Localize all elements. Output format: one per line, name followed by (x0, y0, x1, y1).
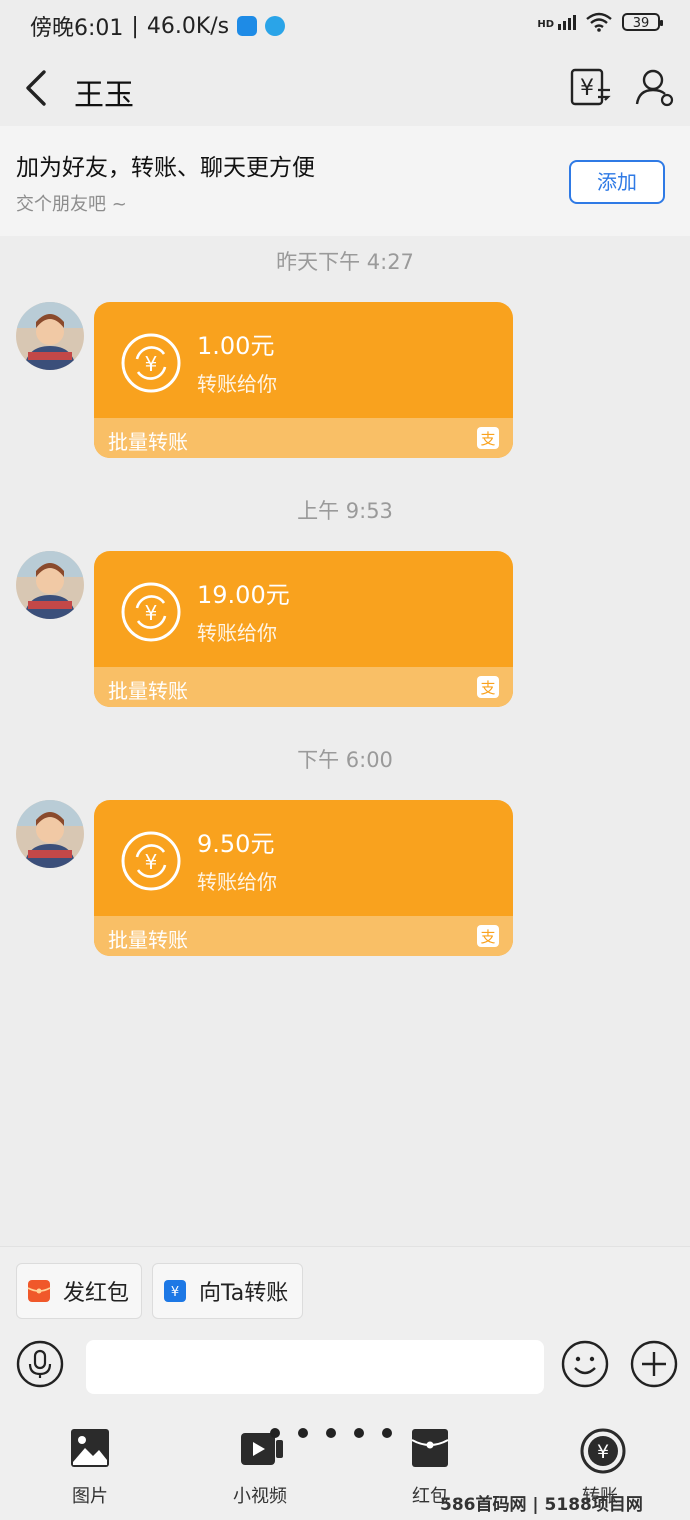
page-dot (270, 1428, 280, 1438)
transfer-tool-icon: ¥ (580, 1428, 626, 1474)
card-top: ¥ 1.00元 转账给你 (94, 302, 513, 418)
status-bar: 傍晚6:01 | 46.0K/s HD 39 (0, 0, 690, 52)
message-timestamp: 昨天下午 4:27 (276, 250, 414, 274)
transfer-card[interactable]: ¥ 9.50元 转账给你 批量转账 支 (94, 800, 513, 956)
status-right: HD 39 (537, 12, 663, 32)
avatar[interactable] (16, 551, 84, 619)
transfer-type: 批量转账 (108, 430, 188, 454)
hd-label: HD (537, 18, 554, 30)
voice-input-icon[interactable] (16, 1340, 64, 1388)
transfer-subtitle: 转账给你 (197, 621, 277, 645)
quick-actions-bar: 发红包 ¥ 向Ta转账 (0, 1246, 690, 1327)
network-speed: 46.0K/s (146, 13, 230, 39)
alipay-icon: 支 (477, 925, 499, 947)
transfer-amount: 19.00元 (197, 581, 290, 609)
battery-icon: 39 (622, 13, 663, 31)
transfer-icon: ¥ (164, 1280, 186, 1302)
status-divider: | (131, 13, 139, 39)
transfer-amount: 1.00元 (197, 332, 275, 360)
status-left: 傍晚6:01 | 46.0K/s (30, 10, 286, 42)
transfer-subtitle: 转账给你 (197, 372, 277, 396)
transfer-yuan-icon: ¥ (121, 333, 181, 393)
avatar-image (16, 551, 84, 619)
red-packet-icon (27, 1280, 51, 1302)
app-notification-icon (237, 16, 258, 36)
message-timestamp: 下午 6:00 (297, 748, 393, 772)
add-friend-button[interactable]: 添加 (569, 160, 665, 204)
page-dot (298, 1428, 308, 1438)
transfer-to-user-button[interactable]: ¥ 向Ta转账 (152, 1263, 303, 1319)
card-top: ¥ 9.50元 转账给你 (94, 800, 513, 916)
add-friend-banner: 加为好友，转账、聊天更方便 交个朋友吧 ~ 添加 (0, 126, 690, 236)
svg-text:¥: ¥ (171, 1285, 179, 1300)
image-icon (71, 1429, 109, 1467)
avatar-image (16, 302, 84, 370)
transfer-record-icon[interactable]: ¥ (568, 66, 612, 110)
message-timestamp: 上午 9:53 (297, 499, 393, 523)
svg-text:支: 支 (480, 430, 495, 448)
svg-text:支: 支 (480, 928, 495, 946)
chat-header: 王玉 ¥ (0, 52, 690, 126)
send-red-packet-label: 发红包 (63, 1281, 130, 1306)
input-row (0, 1326, 690, 1412)
transfer-yuan-icon: ¥ (121, 582, 181, 642)
back-arrow-icon[interactable] (18, 66, 58, 110)
tool-image[interactable]: 图片 (30, 1412, 150, 1520)
svg-text:¥: ¥ (580, 76, 594, 101)
chat-title: 王玉 (74, 78, 134, 113)
wifi-icon (586, 12, 612, 32)
more-plus-icon[interactable] (630, 1340, 678, 1388)
avatar[interactable] (16, 800, 84, 868)
transfer-card[interactable]: ¥ 19.00元 转账给你 批量转账 支 (94, 551, 513, 707)
transfer-type: 批量转账 (108, 679, 188, 703)
banner-title: 加为好友，转账、聊天更方便 (16, 155, 315, 181)
card-footer: 批量转账 支 (94, 667, 513, 707)
page-dot (326, 1428, 336, 1438)
emoji-icon[interactable] (561, 1340, 609, 1388)
avatar-image (16, 800, 84, 868)
app-notification-icon-2 (265, 16, 286, 36)
tool-video-label: 小视频 (233, 1486, 287, 1507)
alipay-icon: 支 (477, 427, 499, 449)
message-input[interactable] (86, 1340, 544, 1394)
banner-subtitle: 交个朋友吧 ~ (16, 194, 127, 215)
transfer-card[interactable]: ¥ 1.00元 转账给你 批量转账 支 (94, 302, 513, 458)
card-footer: 批量转账 支 (94, 916, 513, 956)
transfer-yuan-icon: ¥ (121, 831, 181, 891)
status-time: 傍晚6:01 (30, 16, 124, 41)
page-dot (354, 1428, 364, 1438)
card-top: ¥ 19.00元 转账给你 (94, 551, 513, 667)
transfer-amount: 9.50元 (197, 830, 275, 858)
avatar[interactable] (16, 302, 84, 370)
send-red-packet-button[interactable]: 发红包 (16, 1263, 142, 1319)
profile-settings-icon[interactable] (633, 66, 677, 110)
svg-text:¥: ¥ (145, 601, 158, 625)
transfer-subtitle: 转账给你 (197, 870, 277, 894)
svg-text:¥: ¥ (597, 1441, 609, 1463)
red-packet-tool-icon (411, 1429, 449, 1467)
watermark-text: 586首码网 | 5188项目网 (440, 1495, 643, 1515)
card-footer: 批量转账 支 (94, 418, 513, 458)
tool-image-label: 图片 (72, 1486, 108, 1507)
svg-text:¥: ¥ (145, 850, 158, 874)
transfer-to-user-label: 向Ta转账 (199, 1281, 289, 1306)
svg-text:支: 支 (480, 679, 495, 697)
watermark: 586首码网 | 5188项目网 (440, 1490, 643, 1515)
svg-text:¥: ¥ (145, 352, 158, 376)
hd-signal-icon: HD (537, 14, 576, 30)
alipay-icon: 支 (477, 676, 499, 698)
transfer-type: 批量转账 (108, 928, 188, 952)
battery-level: 39 (632, 16, 650, 31)
